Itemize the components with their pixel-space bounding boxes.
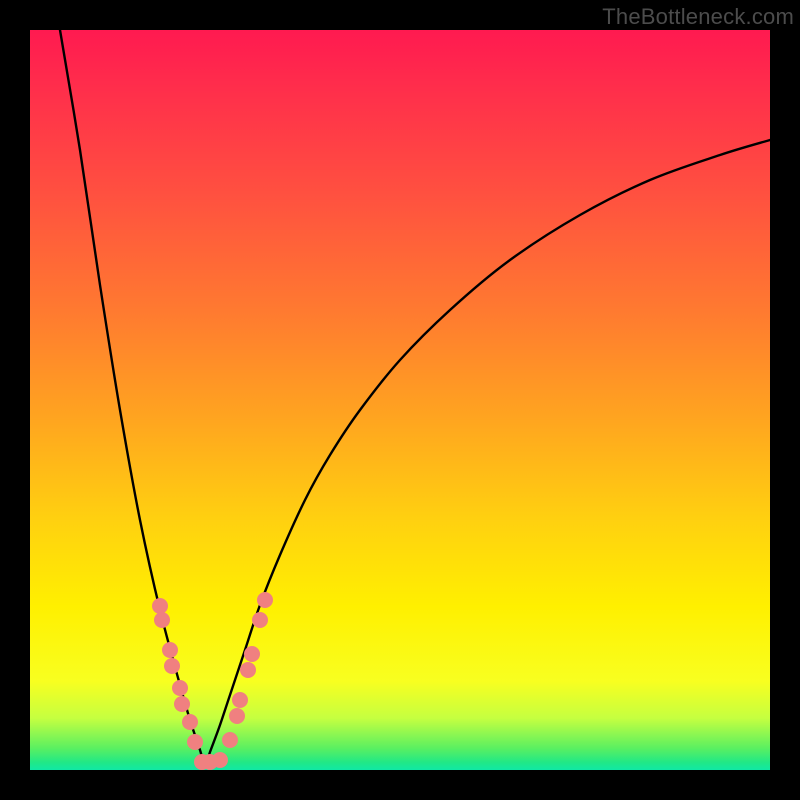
highlight-dot: [164, 658, 180, 674]
highlight-dot: [152, 598, 168, 614]
highlight-dot: [162, 642, 178, 658]
highlight-dot: [257, 592, 273, 608]
highlight-dot: [187, 734, 203, 750]
highlight-dot: [172, 680, 188, 696]
curve-layer: [30, 30, 770, 770]
chart-frame: TheBottleneck.com: [0, 0, 800, 800]
highlight-dot: [154, 612, 170, 628]
highlight-dot: [229, 708, 245, 724]
watermark-text: TheBottleneck.com: [602, 4, 794, 30]
highlight-dot: [222, 732, 238, 748]
plot-area: [30, 30, 770, 770]
highlight-dot: [182, 714, 198, 730]
highlight-dot: [174, 696, 190, 712]
highlight-dot: [240, 662, 256, 678]
highlight-dot: [252, 612, 268, 628]
highlight-dot: [244, 646, 260, 662]
highlight-dot: [212, 752, 228, 768]
highlight-dot: [232, 692, 248, 708]
